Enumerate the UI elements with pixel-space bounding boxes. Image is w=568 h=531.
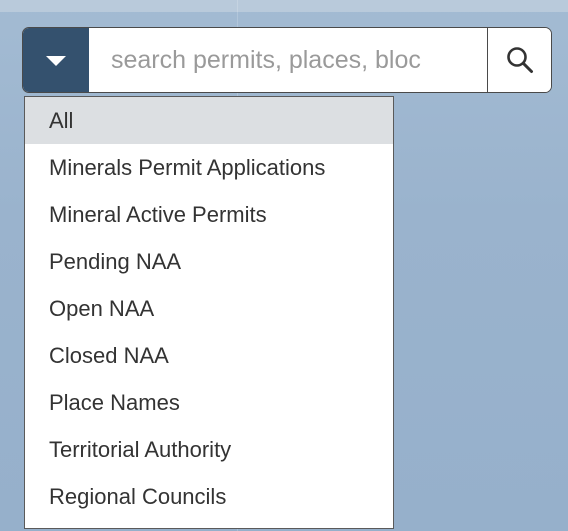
menu-item-regional-councils[interactable]: Regional Councils xyxy=(25,473,393,520)
search-input[interactable] xyxy=(89,28,487,92)
menu-item-territorial-authority[interactable]: Territorial Authority xyxy=(25,426,393,473)
menu-item-place-names[interactable]: Place Names xyxy=(25,379,393,426)
category-dropdown-toggle[interactable] xyxy=(23,28,89,92)
chevron-down-icon xyxy=(46,56,66,66)
search-widget xyxy=(22,27,552,93)
menu-item-pending-naa[interactable]: Pending NAA xyxy=(25,238,393,285)
map-top-strip xyxy=(0,0,568,12)
search-icon xyxy=(506,47,533,73)
menu-item-minerals-permit-applications[interactable]: Minerals Permit Applications xyxy=(25,144,393,191)
menu-item-open-naa[interactable]: Open NAA xyxy=(25,285,393,332)
search-button[interactable] xyxy=(487,28,551,92)
menu-item-mineral-active-permits[interactable]: Mineral Active Permits xyxy=(25,191,393,238)
menu-item-closed-naa[interactable]: Closed NAA xyxy=(25,332,393,379)
menu-item-all[interactable]: All xyxy=(25,97,393,144)
category-dropdown-menu: All Minerals Permit Applications Mineral… xyxy=(24,96,394,529)
